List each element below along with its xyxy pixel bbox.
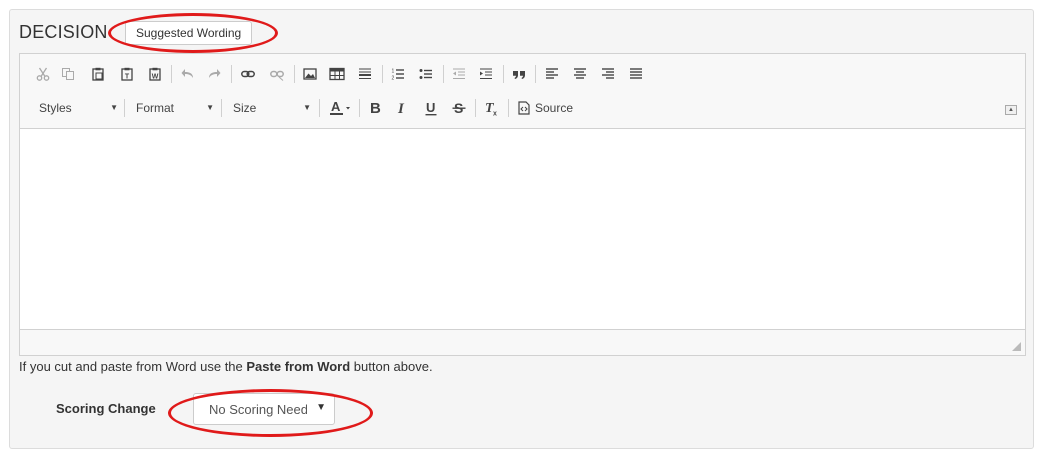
numbered-list-icon[interactable]: 12: [388, 64, 408, 84]
remove-format-icon[interactable]: Tx: [482, 98, 502, 118]
paste-text-icon[interactable]: T: [117, 64, 137, 84]
paste-hint-bold: Paste from Word: [246, 359, 351, 374]
copy-icon[interactable]: [58, 64, 78, 84]
styles-dropdown[interactable]: Styles ▼: [39, 98, 118, 118]
toolbar-separator: [221, 99, 222, 117]
svg-text:1: 1: [392, 69, 395, 75]
editor-content-area[interactable]: [20, 129, 1025, 329]
size-dropdown-label: Size: [233, 101, 257, 115]
svg-text:A: A: [331, 100, 341, 114]
strikethrough-icon[interactable]: S: [449, 98, 469, 118]
paste-hint: If you cut and paste from Word use the P…: [19, 359, 433, 374]
editor-statusbar: [20, 329, 1025, 355]
chevron-down-icon: ▼: [206, 103, 214, 112]
svg-text:2: 2: [392, 76, 395, 82]
chevron-down-icon: ▼: [110, 103, 118, 112]
paste-icon[interactable]: [88, 64, 108, 84]
paste-from-word-icon[interactable]: W: [145, 64, 165, 84]
text-color-icon[interactable]: A: [328, 98, 354, 118]
bulleted-list-icon[interactable]: [416, 64, 436, 84]
toolbar-separator: [359, 99, 360, 117]
table-icon[interactable]: [327, 64, 347, 84]
rich-text-editor: T W 12 Styles ▼ Format ▼ Size ▼ A B I U …: [19, 53, 1026, 356]
cut-icon[interactable]: [33, 64, 53, 84]
source-icon: [518, 101, 530, 115]
underline-icon[interactable]: U: [421, 98, 441, 118]
source-button-label: Source: [535, 101, 574, 115]
collapse-toolbar-icon[interactable]: ▲: [1005, 105, 1017, 115]
bold-icon[interactable]: B: [365, 98, 385, 118]
svg-text:U: U: [426, 100, 435, 115]
source-button[interactable]: Source: [518, 98, 573, 118]
svg-text:I: I: [397, 101, 405, 116]
paste-hint-suffix: button above.: [350, 359, 433, 374]
toolbar-separator: [443, 65, 444, 83]
styles-dropdown-label: Styles: [39, 101, 72, 115]
chevron-down-icon: ▼: [303, 103, 311, 112]
svg-text:B: B: [370, 100, 381, 116]
editor-toolbar: T W 12 Styles ▼ Format ▼ Size ▼ A B I U …: [20, 54, 1025, 129]
toolbar-separator: [382, 65, 383, 83]
increase-indent-icon[interactable]: [476, 64, 496, 84]
format-dropdown-label: Format: [136, 101, 175, 115]
scoring-change-value: No Scoring Needed: [209, 402, 307, 417]
format-dropdown[interactable]: Format ▼: [136, 98, 214, 118]
scoring-change-label: Scoring Change: [56, 401, 156, 416]
align-right-icon[interactable]: [598, 64, 618, 84]
italic-icon[interactable]: I: [392, 98, 412, 118]
toolbar-separator: [124, 99, 125, 117]
unlink-icon[interactable]: [267, 64, 287, 84]
paste-hint-prefix: If you cut and paste from Word use the: [19, 359, 247, 374]
toolbar-separator: [503, 65, 504, 83]
section-title: DECISION: [19, 22, 108, 42]
size-dropdown[interactable]: Size ▼: [233, 98, 311, 118]
justify-icon[interactable]: [626, 64, 646, 84]
toolbar-separator: [231, 65, 232, 83]
horizontal-line-icon[interactable]: [355, 64, 375, 84]
link-icon[interactable]: [238, 64, 258, 84]
toolbar-separator: [508, 99, 509, 117]
svg-text:T: T: [125, 74, 130, 81]
toolbar-separator: [475, 99, 476, 117]
toolbar-separator: [535, 65, 536, 83]
scoring-change-select[interactable]: No Scoring Needed ▼: [193, 393, 335, 425]
blockquote-icon[interactable]: [509, 64, 529, 84]
align-left-icon[interactable]: [542, 64, 562, 84]
svg-text:x: x: [493, 111, 497, 117]
resize-handle-icon[interactable]: [1012, 342, 1021, 351]
undo-icon[interactable]: [178, 64, 198, 84]
chevron-down-icon: ▼: [316, 402, 326, 413]
suggested-wording-button[interactable]: Suggested Wording: [125, 21, 253, 45]
toolbar-separator: [294, 65, 295, 83]
decrease-indent-icon[interactable]: [449, 64, 469, 84]
align-center-icon[interactable]: [570, 64, 590, 84]
toolbar-separator: [171, 65, 172, 83]
redo-icon[interactable]: [204, 64, 224, 84]
svg-text:W: W: [152, 74, 159, 81]
toolbar-separator: [319, 99, 320, 117]
image-icon[interactable]: [300, 64, 320, 84]
